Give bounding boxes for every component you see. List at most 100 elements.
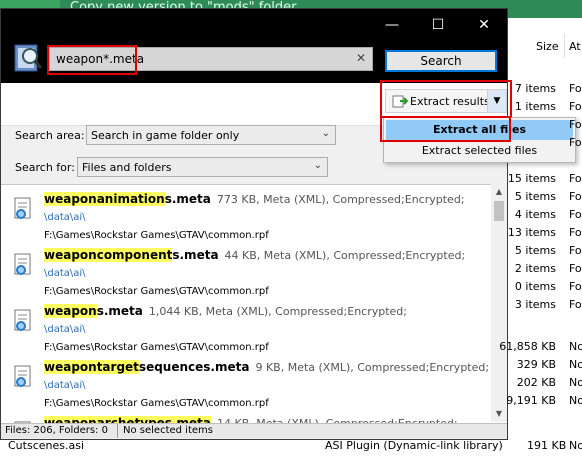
result-name: weaponcomponents.meta 44 KB, Meta (XML), … xyxy=(44,248,465,262)
result-name-match: weapontarget xyxy=(44,360,139,374)
background-row-size: 5 items xyxy=(514,190,556,203)
search-for-select[interactable]: Files and folders ⌄ xyxy=(77,157,328,177)
background-row-size: 5 items xyxy=(514,244,556,257)
result-item[interactable]: weapontargetsequences.meta 9 KB, Meta (XM… xyxy=(1,357,491,413)
column-divider[interactable] xyxy=(564,34,565,58)
column-header-attributes[interactable]: At xyxy=(569,40,581,53)
chevron-down-icon: ⌄ xyxy=(313,160,322,171)
background-row-attr: Fo xyxy=(569,298,582,311)
status-divider xyxy=(117,424,118,438)
scroll-thumb[interactable] xyxy=(494,201,504,221)
menu-item-extract-selected[interactable]: Extract selected files xyxy=(386,142,573,160)
result-internal-path[interactable]: \data\ai\ xyxy=(44,324,86,335)
result-name: weapons.meta 1,044 KB, Meta (XML), Compre… xyxy=(44,304,407,318)
annotation-highlight-search xyxy=(47,45,137,75)
background-row-attr: Fo xyxy=(569,244,582,257)
result-archive-path: F:\Games\Rockstar Games\GTAV\common.rpf xyxy=(44,230,269,241)
result-item[interactable]: weaponanimations.meta 773 KB, Meta (XML),… xyxy=(1,189,491,245)
xml-file-icon xyxy=(14,197,31,219)
result-meta: 1,044 KB, Meta (XML), Compressed;Encrypt… xyxy=(148,305,407,318)
background-row-attr: No xyxy=(569,394,582,407)
background-row-size: 13 items xyxy=(507,226,556,239)
xml-file-icon xyxy=(14,253,31,275)
background-row-attr: Fo xyxy=(569,226,582,239)
result-meta: 773 KB, Meta (XML), Compressed;Encrypted… xyxy=(216,193,465,206)
annotation-highlight-menu xyxy=(380,116,511,142)
result-meta: 44 KB, Meta (XML), Compressed;Encrypted; xyxy=(224,249,466,262)
result-name: weapontargetsequences.meta 9 KB, Meta (XM… xyxy=(44,360,489,374)
status-file-count: Files: 206, Folders: 0 xyxy=(5,425,108,436)
background-row-size: 9,191 KB xyxy=(506,394,556,407)
annotation-highlight-extract xyxy=(380,80,512,118)
search-area-label: Search area: xyxy=(15,129,85,142)
result-name-match: weaponanimation xyxy=(44,192,165,206)
background-row-attr: Fo xyxy=(569,190,582,203)
search-for-label: Search for: xyxy=(15,161,75,174)
maximize-button[interactable]: ☐ xyxy=(415,9,461,41)
background-row-size: 7 items xyxy=(514,82,556,95)
result-name-rest: s.meta xyxy=(164,192,211,206)
result-archive-path: F:\Games\Rockstar Games\GTAV\common.rpf xyxy=(44,398,269,409)
search-dialog: — ☐ ✕ weapon*.meta ✕ Search Extract resu… xyxy=(0,8,512,440)
file-attr: No xyxy=(569,439,582,452)
background-row-attr: Fo xyxy=(569,136,582,149)
result-name: weaponarchetypes.meta14 KB, Meta (XML), … xyxy=(44,416,458,423)
background-row-attr: No xyxy=(569,358,582,371)
search-area-value: Search in game folder only xyxy=(91,129,240,142)
search-app-icon xyxy=(14,44,43,72)
file-name: Cutscenes.asi xyxy=(8,439,85,452)
minimize-button[interactable]: — xyxy=(369,9,415,41)
background-row-size: 329 KB xyxy=(516,358,556,371)
result-name-match: weaponarchetypes.meta xyxy=(44,416,211,423)
result-archive-path: F:\Games\Rockstar Games\GTAV\common.rpf xyxy=(44,342,269,353)
background-row-attr: Fo xyxy=(569,118,582,131)
clear-search-icon[interactable]: ✕ xyxy=(356,51,366,65)
result-item[interactable]: weaponcomponents.meta 44 KB, Meta (XML), … xyxy=(1,245,491,301)
search-area-select[interactable]: Search in game folder only ⌄ xyxy=(86,125,336,145)
result-name-rest: s.meta xyxy=(172,248,219,262)
scroll-up-icon[interactable]: ▲ xyxy=(491,184,507,200)
background-row-attr: Fo xyxy=(569,280,582,293)
search-results-list[interactable]: weaponanimations.meta 773 KB, Meta (XML),… xyxy=(1,184,507,423)
result-internal-path[interactable]: \data\ai\ xyxy=(44,268,86,279)
status-selection: No selected items xyxy=(123,425,213,436)
background-file-row[interactable]: Cutscenes.asi ASI Plugin (Dynamic-link l… xyxy=(0,437,582,457)
background-row-size: 3 items xyxy=(514,298,556,311)
background-row-attr: Fo xyxy=(569,262,582,275)
results-scrollbar[interactable]: ▲ ▼ xyxy=(491,184,507,422)
status-bar: Files: 206, Folders: 0 No selected items xyxy=(1,423,507,438)
result-name: weaponanimations.meta 773 KB, Meta (XML),… xyxy=(44,192,465,206)
result-name-match: weaponcomponent xyxy=(44,248,173,262)
background-row-size: 61,858 KB xyxy=(499,340,556,353)
background-row-size: 202 KB xyxy=(516,376,556,389)
background-row-attr: Fo xyxy=(569,100,582,113)
file-type: ASI Plugin (Dynamic-link library) xyxy=(325,439,503,452)
title-bar[interactable]: — ☐ ✕ xyxy=(1,9,507,41)
xml-file-icon xyxy=(14,365,31,387)
close-button[interactable]: ✕ xyxy=(461,9,507,41)
background-row-size: 4 items xyxy=(514,208,556,221)
result-archive-path: F:\Games\Rockstar Games\GTAV\common.rpf xyxy=(44,286,269,297)
search-for-value: Files and folders xyxy=(82,161,172,174)
column-header-size[interactable]: Size xyxy=(536,40,559,53)
search-button[interactable]: Search xyxy=(385,50,497,72)
result-name-rest: sequences.meta xyxy=(138,360,250,374)
result-item[interactable]: weapons.meta 1,044 KB, Meta (XML), Compre… xyxy=(1,301,491,357)
background-row-size: 0 items xyxy=(514,280,556,293)
background-row-attr: No xyxy=(569,376,582,389)
result-name-match: weapon xyxy=(44,304,97,318)
background-row-attr: No xyxy=(569,340,582,353)
background-row-attr: Fo xyxy=(569,208,582,221)
xml-file-icon xyxy=(14,309,31,331)
background-row-attr: Fo xyxy=(569,172,582,185)
result-meta: 9 KB, Meta (XML), Compressed;Encrypted; xyxy=(255,361,490,374)
result-item[interactable]: weaponarchetypes.meta14 KB, Meta (XML), … xyxy=(1,413,491,423)
file-size: 191 KB xyxy=(527,439,567,452)
scroll-down-icon[interactable]: ▼ xyxy=(491,406,507,422)
background-row-attr: Fo xyxy=(569,82,582,95)
background-row-size: 2 items xyxy=(514,262,556,275)
background-row-size: 15 items xyxy=(507,172,556,185)
result-name-rest: s.meta xyxy=(96,304,143,318)
result-internal-path[interactable]: \data\ai\ xyxy=(44,380,86,391)
result-internal-path[interactable]: \data\ai\ xyxy=(44,212,86,223)
